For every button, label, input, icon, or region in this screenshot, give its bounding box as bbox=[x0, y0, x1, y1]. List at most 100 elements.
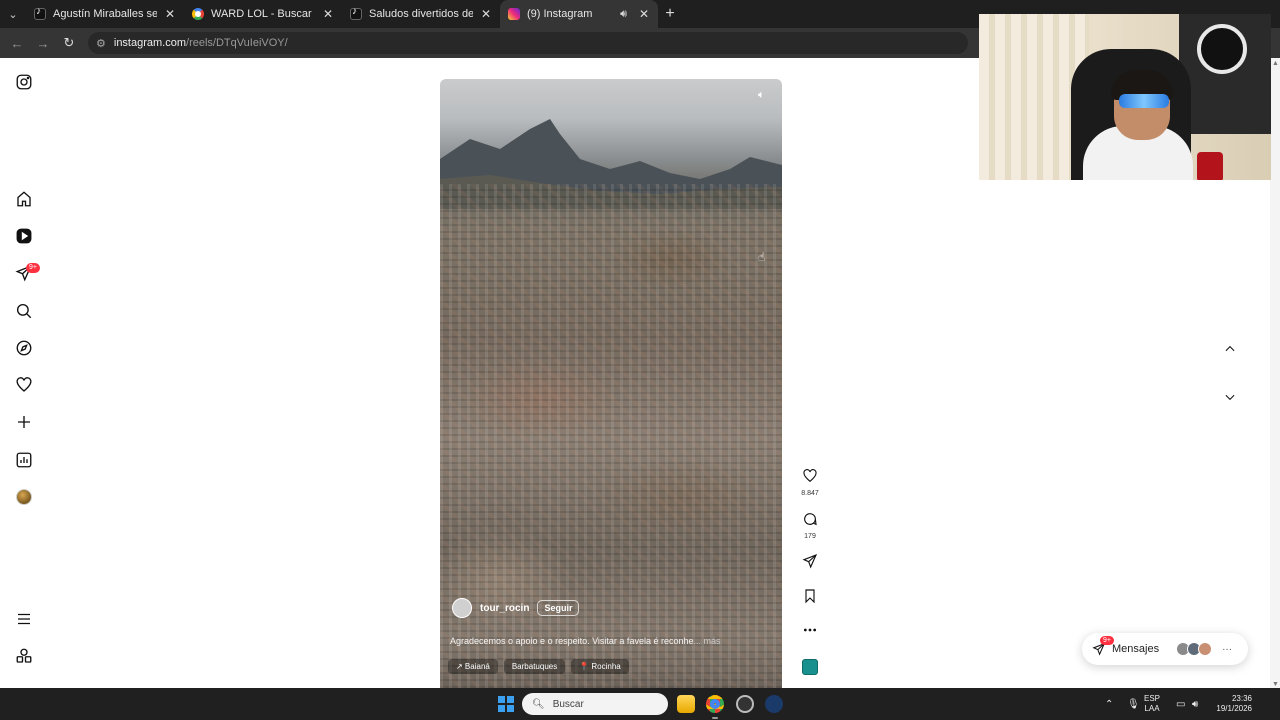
location-tag[interactable]: 📍 Rocinha bbox=[571, 659, 629, 674]
explore-icon[interactable] bbox=[14, 338, 34, 358]
steam-icon[interactable] bbox=[765, 695, 783, 713]
home-icon[interactable] bbox=[14, 189, 34, 209]
message-avatars bbox=[1176, 642, 1213, 656]
reel-caption: Agradecemos o apoio e o respeito. Visita… bbox=[450, 636, 770, 646]
search-icon: 🔍︎ bbox=[532, 698, 545, 710]
url-host: instagram.com bbox=[113, 37, 187, 49]
tab-title: (9) Instagram bbox=[527, 8, 593, 20]
chevron-up-icon bbox=[1225, 345, 1235, 352]
speaker-icon[interactable]: 🔈︎ bbox=[758, 89, 772, 103]
forward-arrow-icon[interactable]: → bbox=[32, 32, 54, 54]
file-explorer-icon[interactable] bbox=[677, 695, 695, 713]
dashboard-icon[interactable] bbox=[14, 450, 34, 470]
messages-button[interactable]: 9+ Mensajes ··· bbox=[1082, 633, 1248, 665]
profile-avatar[interactable] bbox=[14, 487, 34, 507]
reel-owner-row: tour_rocin Seguir bbox=[452, 598, 580, 618]
chevron-down-icon bbox=[1225, 394, 1235, 401]
search-icon[interactable] bbox=[14, 301, 34, 321]
volume-icon[interactable]: 🔊︎ bbox=[1192, 688, 1198, 720]
tiktok-icon bbox=[350, 6, 362, 20]
more-dots-icon[interactable]: ··· bbox=[1222, 644, 1232, 655]
comment-icon bbox=[804, 513, 817, 526]
caption-text: Agradecemos o apoio e o respeito. Visita… bbox=[450, 636, 694, 646]
app-icon[interactable] bbox=[736, 695, 754, 713]
reel-tags: ↗ Baianá Barbatuques 📍 Rocinha bbox=[448, 659, 629, 674]
microphone-icon[interactable]: 🎙︎ bbox=[1127, 688, 1140, 720]
audio-thumbnail[interactable] bbox=[802, 659, 818, 675]
close-icon[interactable]: ✕ bbox=[322, 7, 334, 21]
sunglasses-image bbox=[1119, 94, 1169, 108]
share-button[interactable] bbox=[800, 553, 820, 574]
follow-button[interactable]: Seguir bbox=[537, 600, 580, 616]
tab-title: Saludos divertidos del mudo p bbox=[369, 8, 473, 20]
reel-video[interactable]: 🔈︎ tour_rocin Seguir Agradecemos o apoio… bbox=[440, 79, 782, 688]
browser-tab-4[interactable]: (9) Instagram 🔊︎ ✕ bbox=[500, 0, 658, 28]
close-icon[interactable]: ✕ bbox=[480, 7, 492, 21]
scroll-up-icon[interactable]: ▲ bbox=[1272, 60, 1279, 67]
layout-code: LAA bbox=[1144, 704, 1160, 713]
send-icon bbox=[802, 553, 818, 569]
windows-taskbar: 🔍︎ Buscar ⌃ 🎙︎ ESP LAA ▭ 🔊︎ 23:36 19/1/2… bbox=[0, 688, 1280, 720]
more-options-button[interactable] bbox=[800, 622, 820, 643]
windows-start-icon[interactable] bbox=[498, 696, 514, 712]
close-icon[interactable]: ✕ bbox=[164, 7, 176, 21]
notification-badge: 9+ bbox=[26, 263, 40, 273]
language-code: ESP bbox=[1144, 694, 1161, 703]
scroll-down-icon[interactable]: ▼ bbox=[1272, 681, 1279, 688]
audio-tag[interactable]: ↗ Baianá bbox=[448, 659, 498, 674]
avatar bbox=[1198, 642, 1213, 656]
microphone-image bbox=[1197, 152, 1223, 180]
notifications-heart-icon[interactable] bbox=[14, 375, 34, 395]
eight-ball-image bbox=[1197, 24, 1247, 74]
messages-label: Mensajes bbox=[1112, 643, 1160, 655]
close-icon[interactable]: ✕ bbox=[638, 7, 650, 21]
heart-icon bbox=[803, 469, 817, 483]
like-button[interactable]: 8.847 bbox=[800, 468, 820, 497]
taskbar-clock[interactable]: 23:36 19/1/2026 bbox=[1206, 694, 1252, 714]
reload-icon[interactable]: ↻ bbox=[58, 32, 80, 54]
browser-tab-1[interactable]: Agustín Miraballes se consagra ✕ bbox=[26, 0, 184, 28]
site-info-icon[interactable]: ⚙ bbox=[96, 37, 106, 50]
new-tab-button[interactable]: + bbox=[658, 5, 682, 23]
more-dots-icon bbox=[803, 628, 817, 632]
comment-count: 179 bbox=[804, 533, 816, 540]
browser-tab-2[interactable]: WARD LOL - Buscar con Google ✕ bbox=[184, 0, 342, 28]
caption-more-link[interactable]: ... más bbox=[693, 636, 720, 646]
tab-title: WARD LOL - Buscar con Google bbox=[211, 8, 315, 20]
owner-avatar[interactable] bbox=[452, 598, 472, 618]
network-icon[interactable]: ▭ bbox=[1176, 688, 1185, 720]
tab-search-menu-icon[interactable]: ⌄ bbox=[0, 0, 26, 28]
browser-tab-3[interactable]: Saludos divertidos del mudo p ✕ bbox=[342, 0, 500, 28]
active-app-indicator bbox=[712, 717, 718, 719]
tab-title: Agustín Miraballes se consagra bbox=[53, 8, 157, 20]
messages-icon: 9+ bbox=[1092, 636, 1114, 656]
page-scrollbar[interactable]: ▲ ▼ bbox=[1270, 58, 1280, 688]
speaker-icon[interactable]: 🔊︎ bbox=[620, 8, 627, 21]
clock-time: 23:36 bbox=[1231, 694, 1252, 703]
like-count: 8.847 bbox=[801, 490, 819, 497]
chrome-icon[interactable] bbox=[706, 695, 724, 713]
tray-overflow-icon[interactable]: ⌃ bbox=[1105, 688, 1113, 720]
owner-username[interactable]: tour_rocin bbox=[480, 603, 529, 614]
create-plus-icon[interactable] bbox=[14, 412, 34, 432]
instagram-icon bbox=[508, 8, 520, 20]
back-arrow-icon[interactable]: ← bbox=[6, 32, 28, 54]
google-icon bbox=[192, 8, 204, 20]
meta-apps-icon[interactable] bbox=[14, 646, 34, 666]
mouse-cursor-icon: ☝ bbox=[758, 250, 766, 264]
menu-icon[interactable] bbox=[14, 609, 34, 629]
messages-badge: 9+ bbox=[1100, 636, 1114, 645]
reels-icon[interactable] bbox=[14, 226, 34, 246]
audio-name-tag[interactable]: Barbatuques bbox=[503, 659, 566, 674]
next-reel-button[interactable] bbox=[1216, 383, 1244, 411]
address-bar[interactable]: ⚙ instagram.com/reels/DTqVuIeiVOY/ bbox=[88, 32, 968, 54]
taskbar-search-box[interactable]: 🔍︎ Buscar bbox=[522, 693, 668, 715]
comment-button[interactable]: 179 bbox=[800, 511, 820, 540]
save-button[interactable] bbox=[800, 588, 820, 609]
language-indicator[interactable]: ESP LAA bbox=[1144, 694, 1160, 714]
url-path: /reels/DTqVuIeiVOY/ bbox=[186, 37, 288, 49]
clock-date: 19/1/2026 bbox=[1216, 704, 1252, 713]
instagram-logo-icon[interactable] bbox=[14, 72, 34, 92]
bookmark-icon bbox=[805, 589, 815, 604]
previous-reel-button[interactable] bbox=[1216, 335, 1244, 363]
